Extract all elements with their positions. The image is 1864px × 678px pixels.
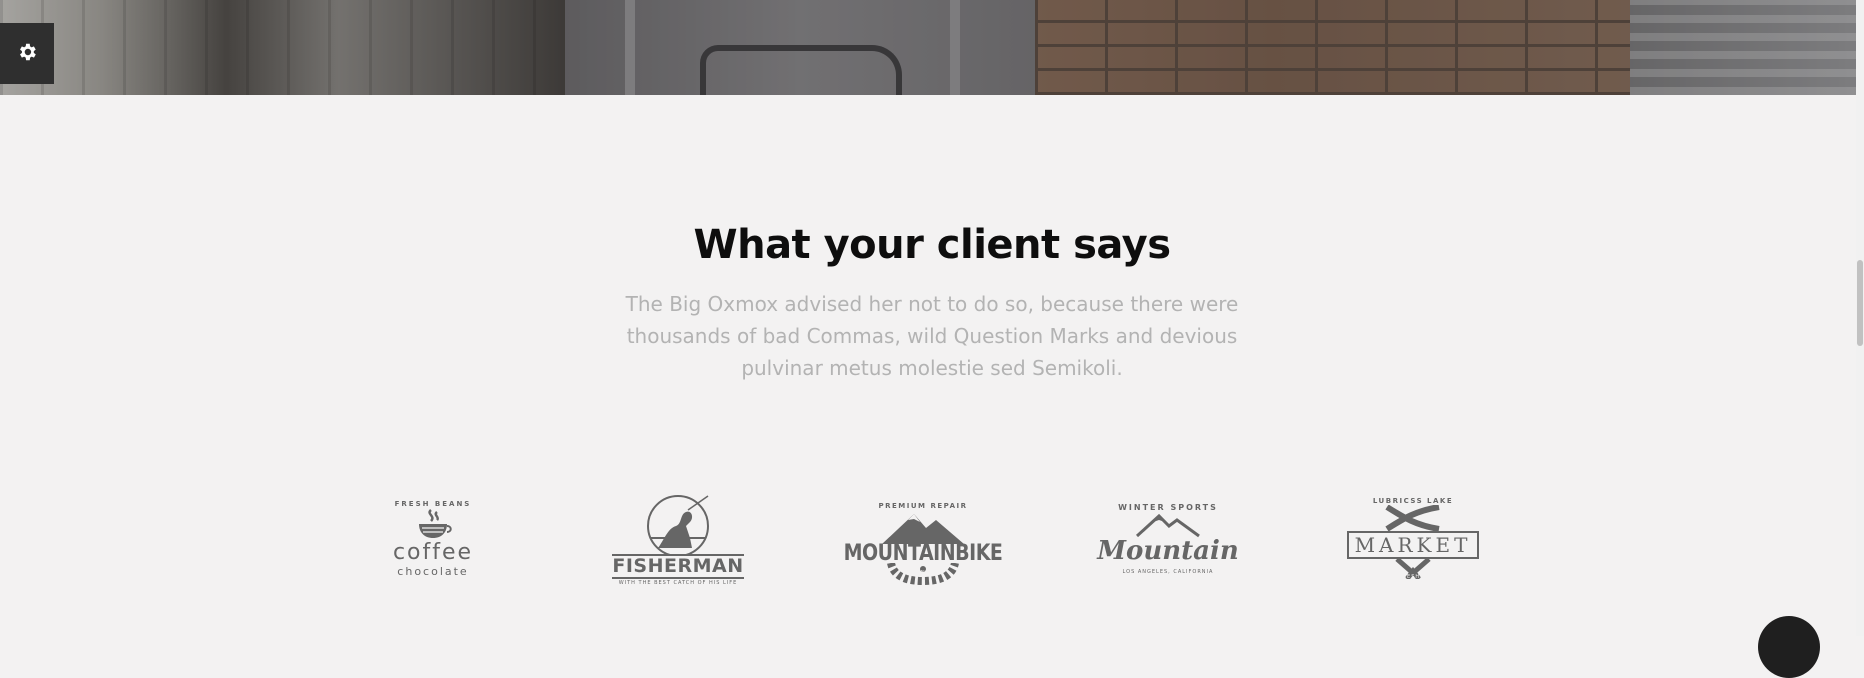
logo-top-text: FRESH BEANS xyxy=(394,500,472,508)
client-logo-mountainbike[interactable]: PREMIUM REPAIR MOUNTAINBIKE ADVENTURE xyxy=(844,484,1003,594)
logo-main-text: coffee xyxy=(392,540,474,565)
subtitle-line: The Big Oxmox advised her not to do so, … xyxy=(625,292,1239,316)
client-logo-market[interactable]: LUBRICSS LAKE MARKET FRESHLY xyxy=(1346,484,1480,594)
logo-top-text: WINTER SPORTS xyxy=(1118,502,1218,512)
settings-toggle-button[interactable] xyxy=(0,23,54,84)
scrollbar-thumb[interactable] xyxy=(1857,260,1863,346)
crossed-fish-icon xyxy=(1385,505,1440,531)
client-logo-mountain[interactable]: WINTER SPORTS Mountain LOS ANGELES, CALI… xyxy=(1097,484,1239,594)
gear-icon xyxy=(16,41,38,67)
logo-main-text: MOUNTAINBIKE xyxy=(843,539,1003,566)
logo-sub-text: ADVENTURE xyxy=(903,569,943,576)
coffee-cup-icon xyxy=(419,509,452,538)
logo-main-text: Mountain xyxy=(1097,535,1239,566)
section-subtitle: The Big Oxmox advised her not to do so, … xyxy=(582,288,1282,384)
client-logo-fisherman[interactable]: FISHERMAN WITH THE BEST CATCH OF HIS LIF… xyxy=(612,484,744,594)
fisherman-emblem-icon xyxy=(647,495,709,554)
back-to-top-button[interactable] xyxy=(1758,616,1820,678)
section-title: What your client says xyxy=(693,222,1171,268)
page-scrollbar[interactable] xyxy=(1856,0,1864,636)
logo-sub-text: chocolate xyxy=(397,565,469,578)
logo-top-text: LUBRICSS LAKE xyxy=(1372,497,1454,505)
logo-main-text: MARKET xyxy=(1346,531,1480,559)
logo-sub-text: WITH THE BEST CATCH OF HIS LIFE xyxy=(618,580,738,586)
client-logo-coffee[interactable]: FRESH BEANS coffee chocolate xyxy=(368,484,498,594)
gear-wheel-icon xyxy=(887,562,959,585)
subtitle-line: pulvinar metus molestie sed Semikoli. xyxy=(741,356,1123,380)
client-logos: FRESH BEANS coffee chocolate FISHERMAN W… xyxy=(0,484,1864,594)
mountain-icon xyxy=(882,513,964,544)
logo-sub-text: FRESHLY xyxy=(1398,574,1428,580)
logo-main-text: FISHERMAN xyxy=(612,554,744,579)
subtitle-line: thousands of bad Commas, wild Question M… xyxy=(626,324,1238,348)
logo-top-text: PREMIUM REPAIR xyxy=(878,501,968,510)
logo-sub-text: LOS ANGELES, CALIFORNIA xyxy=(1122,568,1214,575)
hero-image-strip xyxy=(0,0,1864,95)
mountain-peaks-icon xyxy=(1135,513,1200,537)
